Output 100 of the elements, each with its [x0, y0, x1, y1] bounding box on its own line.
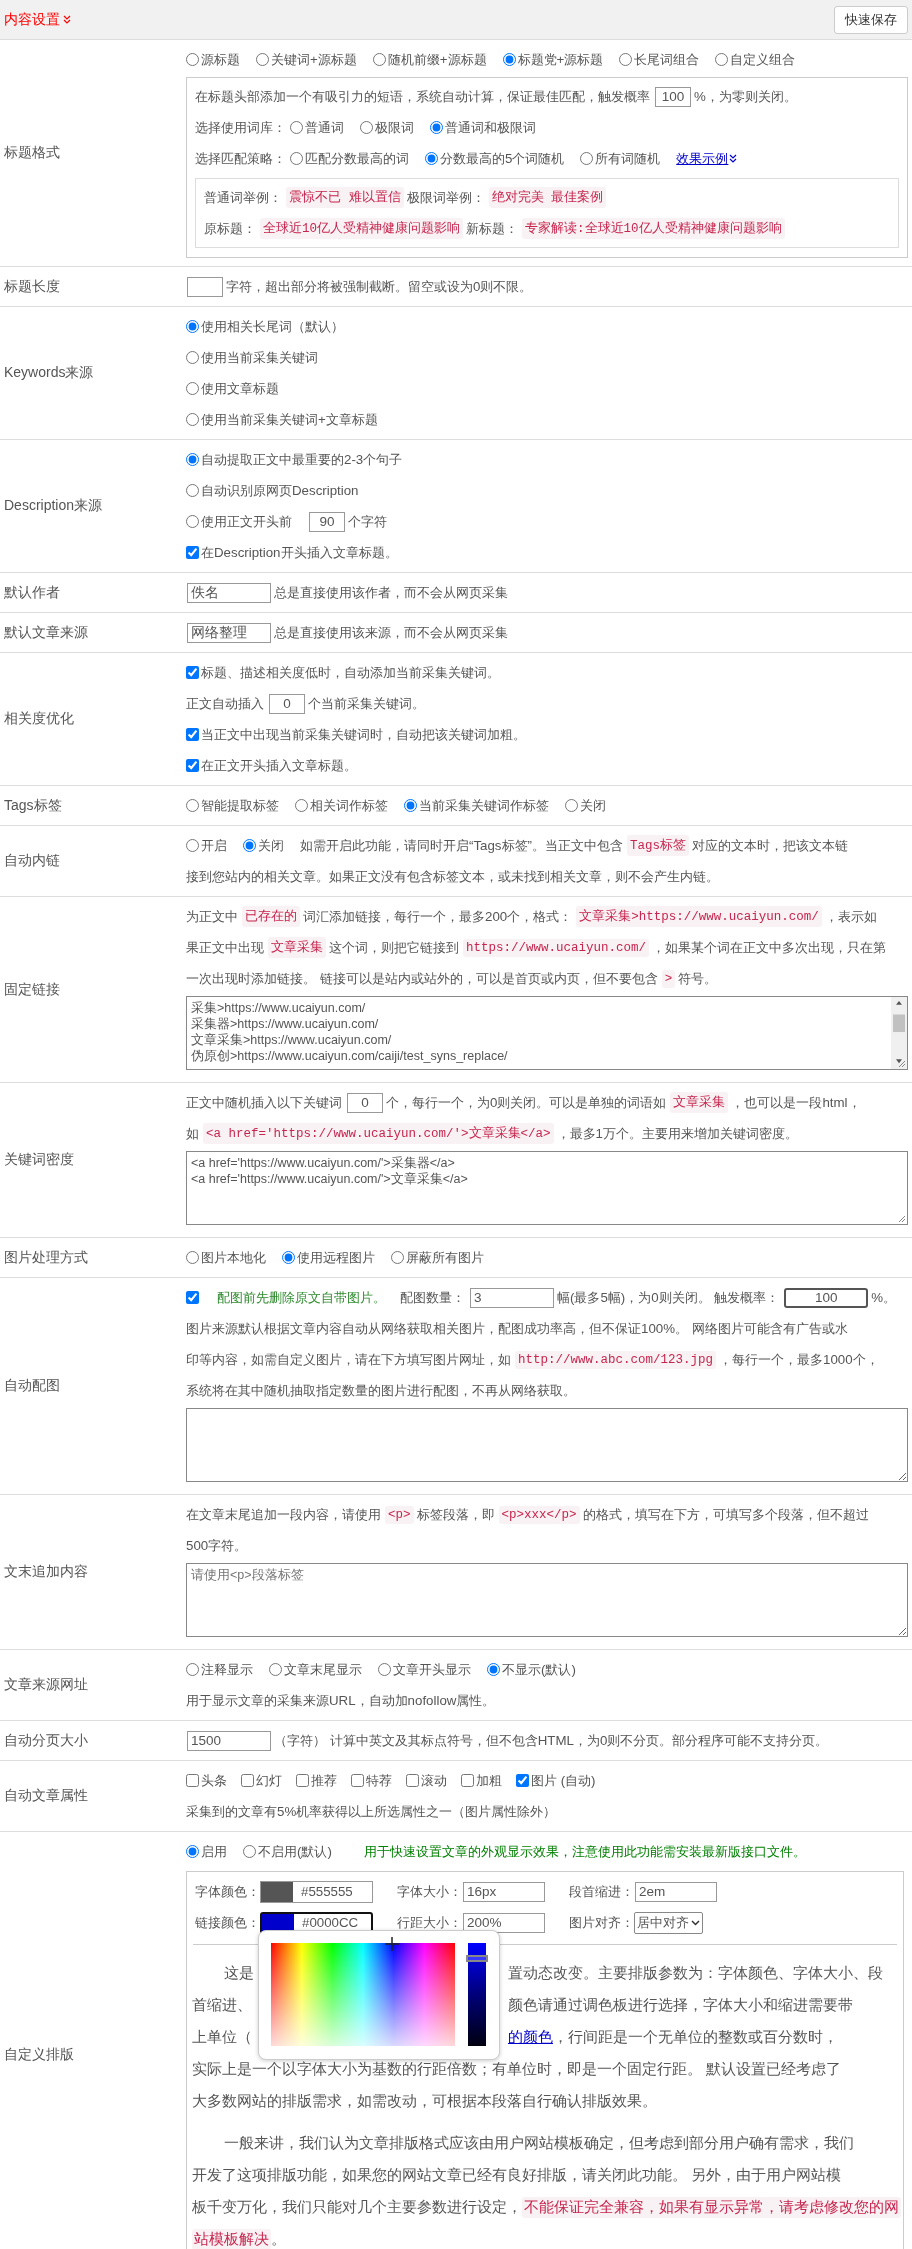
- text-field[interactable]: 1500: [187, 1730, 271, 1751]
- label-text: 为正文中: [186, 907, 238, 926]
- text-field[interactable]: 0: [269, 693, 305, 714]
- slider-thumb[interactable]: [466, 1954, 488, 1962]
- radio-label: 使用正文开头前: [201, 512, 292, 531]
- radio-button[interactable]: [502, 53, 516, 66]
- radio-button[interactable]: [360, 121, 373, 134]
- checkbox[interactable]: [186, 728, 199, 741]
- radio-button[interactable]: [290, 121, 303, 134]
- radio-button[interactable]: [404, 799, 417, 812]
- radio-button[interactable]: [378, 1663, 391, 1676]
- brightness-slider[interactable]: [468, 1943, 486, 2046]
- radio-label: 图片本地化: [201, 1248, 266, 1267]
- radio-button[interactable]: [487, 1663, 500, 1676]
- checkbox-label: 在正文开头插入文章标题。: [201, 756, 357, 775]
- radio-button[interactable]: [580, 152, 594, 165]
- radio-button[interactable]: [290, 152, 303, 165]
- radio-button[interactable]: [186, 53, 199, 66]
- checkbox[interactable]: [461, 1774, 474, 1787]
- radio-button[interactable]: [565, 799, 578, 812]
- label-text: ，每行一个，最多1000个，: [719, 1350, 879, 1369]
- label-text: 图片来源默认根据文章内容自动从网络获取相关图片，配图成功率高，但不保证100%。 网络图片可能含有广告或水: [186, 1319, 848, 1338]
- label-text: 普通词举例：: [204, 188, 282, 207]
- radio-button[interactable]: [430, 121, 443, 134]
- checkbox[interactable]: [351, 1774, 364, 1787]
- radio-label: 普通词和极限词: [445, 118, 536, 137]
- radio-button[interactable]: [372, 53, 386, 66]
- radio-button[interactable]: [186, 320, 199, 333]
- label-text: ，也可以是一段html，: [731, 1093, 861, 1112]
- text-field[interactable]: 佚名: [187, 582, 271, 603]
- radio-button[interactable]: [256, 53, 269, 66]
- radio-button[interactable]: [186, 839, 199, 852]
- section-title[interactable]: 内容设置: [4, 10, 60, 29]
- label-text: 行距大小：: [397, 1913, 462, 1932]
- radio-button[interactable]: [186, 351, 199, 364]
- code-snippet: <a href='https://www.ucaiyun.com/'>文章采集</a>: [203, 1123, 554, 1144]
- text-area[interactable]: 采集>https://www.ucaiyun.com/ 采集器>https://www.ucaiyun.com/ 文章采集>https://www.ucaiyun.com/ 伪原创>https://www.ucaiyun.com/caiji/test_syns_replace/: [186, 996, 908, 1070]
- radio-button[interactable]: [425, 152, 438, 165]
- save-button[interactable]: 快速保存: [834, 5, 908, 34]
- dropdown[interactable]: 居中对齐: [634, 1911, 703, 1934]
- code-snippet: 全球近10亿人受精神健康问题影响: [260, 218, 463, 239]
- text-field[interactable]: 100: [784, 1287, 869, 1308]
- checkbox[interactable]: [186, 546, 199, 559]
- checkbox[interactable]: [186, 666, 199, 679]
- checkbox[interactable]: [241, 1774, 254, 1787]
- radio-button[interactable]: [186, 1251, 199, 1264]
- radio-button[interactable]: [186, 382, 199, 395]
- radio-label: 自动识别原网页Description: [201, 481, 359, 500]
- label-text: 符号。: [678, 969, 718, 988]
- radio-button[interactable]: [186, 799, 199, 812]
- radio-label: 使用当前采集关键词: [201, 348, 318, 367]
- label-text: 原标题：: [204, 219, 256, 238]
- scrollbar[interactable]: [891, 997, 907, 1069]
- label-text: 在标题头部添加一个有吸引力的短语，系统自动计算，保证最佳匹配，触发概率: [195, 87, 650, 106]
- text-field[interactable]: 3: [470, 1287, 554, 1308]
- radio-label: 自动提取正文中最重要的2-3个句子: [201, 450, 403, 469]
- text-area[interactable]: 请使用<p>段落标签: [186, 1563, 908, 1637]
- text-field[interactable]: 0: [347, 1092, 383, 1113]
- radio-label: 分数最高的5个词随机: [440, 149, 565, 168]
- color-field[interactable]: #555555: [260, 1880, 373, 1903]
- radio-button[interactable]: [186, 1663, 199, 1676]
- checkbox[interactable]: [296, 1774, 309, 1787]
- checkbox[interactable]: [186, 759, 199, 772]
- text-area[interactable]: [186, 1408, 908, 1482]
- radio-button[interactable]: [186, 413, 199, 426]
- radio-button[interactable]: [715, 53, 729, 66]
- radio-button[interactable]: [391, 1251, 404, 1264]
- text-field[interactable]: 100: [655, 86, 691, 107]
- text-field[interactable]: 网络整理: [187, 622, 271, 643]
- radio-button[interactable]: [295, 799, 308, 812]
- text-field[interactable]: 90: [309, 511, 345, 532]
- text-field[interactable]: 200%: [463, 1912, 545, 1933]
- preview-text: 一般来讲，我们认为文章排版格式应该由用户网站模板确定，但考虑到部分用户确有需求，我们: [224, 2133, 854, 2153]
- radio-button[interactable]: [282, 1251, 295, 1264]
- checkbox[interactable]: [406, 1774, 419, 1787]
- radio-button[interactable]: [243, 1845, 256, 1858]
- field-label: 相关度优化: [3, 710, 75, 728]
- color-gradient[interactable]: [271, 1943, 455, 2046]
- link[interactable]: 的颜色: [508, 2027, 553, 2047]
- checkbox[interactable]: [186, 1774, 199, 1787]
- text-area[interactable]: <a href='https://www.ucaiyun.com/'>采集器</a> <a href='https://www.ucaiyun.com/'>文章采集</a>: [186, 1151, 908, 1225]
- resize-grip-icon[interactable]: [897, 1214, 906, 1223]
- checkbox[interactable]: [186, 1291, 199, 1304]
- chevron-icon[interactable]: [63, 15, 71, 24]
- text-field[interactable]: 2em: [635, 1881, 717, 1902]
- radio-label: 关键词+源标题: [271, 50, 357, 69]
- radio-button[interactable]: [619, 53, 633, 66]
- text-field[interactable]: 16px: [463, 1881, 545, 1902]
- example-link[interactable]: 效果示例: [676, 149, 738, 168]
- checkbox[interactable]: [516, 1774, 529, 1787]
- radio-button[interactable]: [186, 1845, 199, 1858]
- resize-grip-icon[interactable]: [897, 1059, 906, 1068]
- text-field[interactable]: [187, 276, 223, 297]
- label-text: 配图数量：: [400, 1288, 465, 1307]
- radio-button[interactable]: [269, 1663, 282, 1676]
- radio-button[interactable]: [243, 839, 256, 852]
- radio-button[interactable]: [186, 453, 199, 466]
- radio-button[interactable]: [186, 515, 199, 528]
- color-field[interactable]: #0000CC: [260, 1911, 373, 1934]
- radio-button[interactable]: [186, 484, 199, 497]
